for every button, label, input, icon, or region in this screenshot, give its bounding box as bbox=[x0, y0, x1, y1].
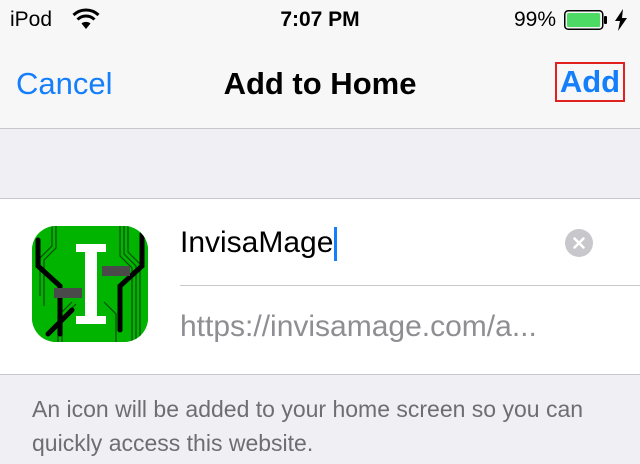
navigation-bar: Cancel Add to Home Add bbox=[0, 40, 640, 129]
add-button[interactable]: Add bbox=[555, 62, 625, 102]
info-footnote: An icon will be added to your home scree… bbox=[32, 396, 584, 456]
bookmark-name-value: InvisaMage bbox=[180, 226, 334, 259]
status-bar: iPod 7:07 PM 99% bbox=[0, 0, 640, 40]
bookmark-url-field: https://invisamage.com/a... bbox=[180, 310, 537, 343]
bookmark-name-field[interactable]: InvisaMage bbox=[180, 223, 600, 263]
text-cursor bbox=[334, 227, 338, 262]
field-divider bbox=[180, 285, 640, 286]
app-icon-graphic bbox=[32, 226, 148, 342]
clear-text-button[interactable] bbox=[565, 229, 593, 257]
page-title: Add to Home bbox=[223, 66, 417, 101]
bookmark-card: InvisaMage https://invisamage.com/a... bbox=[0, 198, 640, 375]
charging-bolt-icon bbox=[615, 9, 627, 31]
clear-icon bbox=[573, 237, 585, 249]
invisamage-app-icon bbox=[32, 226, 148, 342]
battery-icon bbox=[564, 10, 607, 30]
battery-percent: 99% bbox=[513, 8, 556, 31]
